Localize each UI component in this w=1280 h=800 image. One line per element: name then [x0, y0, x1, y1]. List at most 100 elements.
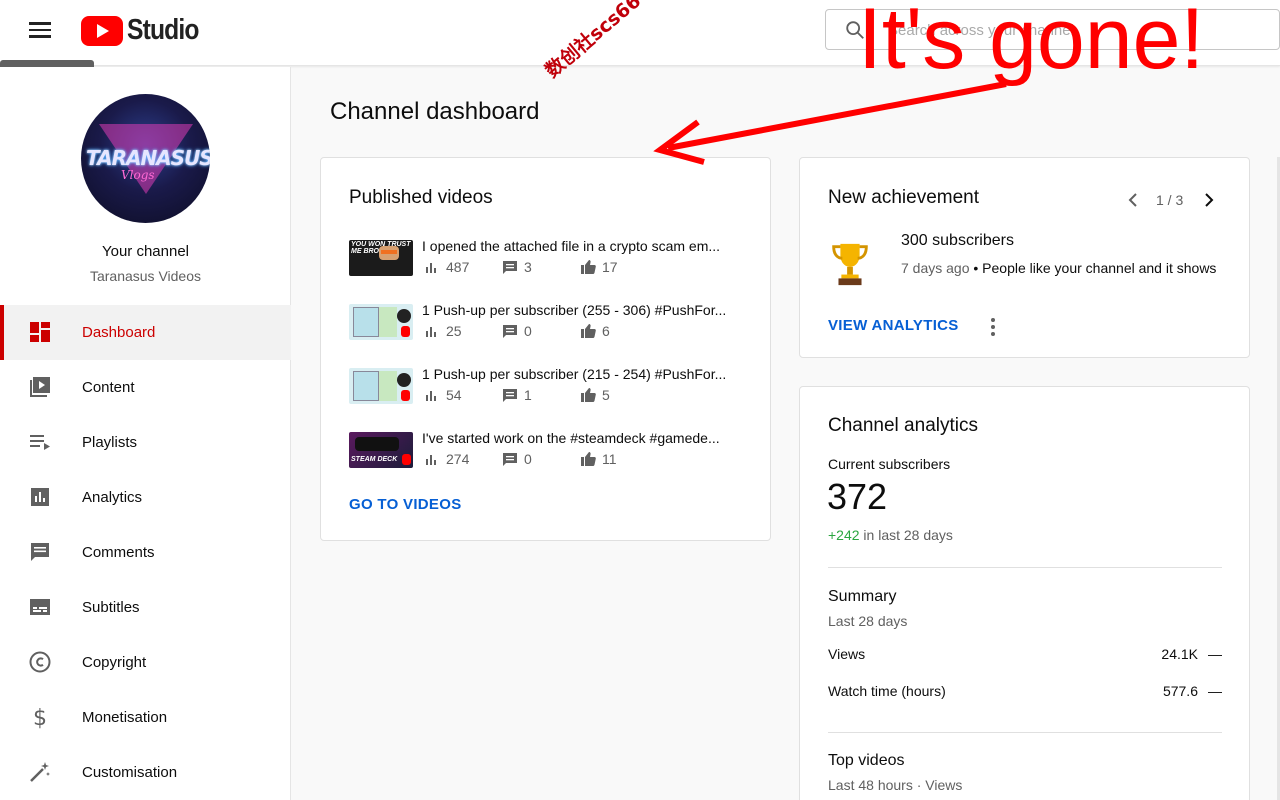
video-title[interactable]: 1 Push-up per subscriber (255 - 306) #Pu…	[422, 302, 747, 318]
channel-avatar[interactable]: TARANASUS Vlogs	[81, 94, 210, 223]
likes-stat: 5	[580, 387, 610, 403]
achievement-card: New achievement 1 / 3 300 subscribers 7 …	[799, 157, 1250, 358]
sidebar-item-label: Customisation	[82, 764, 178, 781]
sidebar-item-label: Monetisation	[82, 709, 168, 726]
thumbs-up-icon	[581, 388, 596, 402]
sidebar-item-dashboard[interactable]: Dashboard	[0, 305, 291, 360]
channel-analytics-card: Channel analytics Current subscribers 37…	[799, 386, 1250, 800]
sidebar-item-label: Analytics	[82, 489, 143, 506]
sidebar-item-playlists[interactable]: Playlists	[0, 415, 291, 470]
subscribers-change-suffix: in last 28 days	[859, 527, 953, 543]
sidebar-item-comments[interactable]: Comments	[0, 525, 291, 580]
sidebar-item-monetisation[interactable]: $ Monetisation	[0, 690, 291, 745]
summary-row-watch-time[interactable]: Watch time (hours) 577.6 —	[828, 683, 1222, 703]
video-title[interactable]: I opened the attached file in a crypto s…	[422, 238, 747, 254]
go-to-videos-button[interactable]: GO TO VIDEOS	[349, 496, 462, 513]
summary-period: Last 28 days	[828, 613, 908, 629]
menu-icon[interactable]	[24, 14, 56, 46]
copyright-icon	[29, 651, 51, 673]
video-thumbnail[interactable]	[349, 368, 413, 404]
video-row[interactable]: YOU WON TRUST ME BRO I opened the attach…	[349, 238, 749, 282]
subscribers-label: Current subscribers	[828, 456, 951, 472]
sidebar-item-subtitles[interactable]: Subtitles	[0, 580, 291, 635]
playlists-icon	[30, 435, 50, 450]
views-stat: 487	[424, 259, 469, 275]
top-videos-title: Top videos	[828, 752, 905, 769]
annotation-text: It's gone!	[858, 0, 1205, 87]
chevron-left-icon[interactable]	[1126, 192, 1142, 208]
video-row[interactable]: 1 Push-up per subscriber (215 - 254) #Pu…	[349, 366, 749, 410]
comment-icon	[503, 389, 517, 402]
sidebar: TARANASUS Vlogs Your channel Taranasus V…	[0, 67, 291, 800]
summary-row-value: 24.1K	[1161, 646, 1198, 662]
likes-stat: 17	[580, 259, 618, 275]
chevron-right-icon[interactable]	[1200, 192, 1216, 208]
sidebar-item-label: Copyright	[82, 654, 147, 671]
likes-count: 5	[602, 387, 610, 403]
published-videos-card: Published videos YOU WON TRUST ME BRO I …	[320, 157, 771, 541]
thumb-text: STEAM DECK	[351, 456, 398, 463]
views-count: 274	[446, 451, 470, 467]
logo-text: Studio	[127, 14, 199, 46]
video-thumbnail[interactable]	[349, 304, 413, 340]
sidebar-item-analytics[interactable]: Analytics	[0, 470, 291, 525]
views-count: 54	[446, 387, 462, 403]
sidebar-item-copyright[interactable]: Copyright	[0, 635, 291, 690]
sidebar-item-label: Content	[82, 379, 135, 396]
card-title: Published videos	[349, 187, 493, 208]
view-analytics-button[interactable]: VIEW ANALYTICS	[828, 317, 959, 334]
comments-stat: 3	[502, 259, 532, 275]
video-title[interactable]: 1 Push-up per subscriber (215 - 254) #Pu…	[422, 366, 747, 382]
summary-row-views[interactable]: Views 24.1K —	[828, 646, 1222, 666]
subscribers-count: 372	[827, 476, 888, 517]
avatar-text: TARANASUS	[86, 146, 210, 170]
summary-row-label: Views	[828, 646, 866, 662]
youtube-studio-logo[interactable]: Studio	[81, 14, 211, 47]
video-thumbnail[interactable]: YOU WON TRUST ME BRO	[349, 240, 413, 276]
views-count: 25	[446, 323, 462, 339]
comments-count: 3	[524, 259, 532, 275]
bar-chart-icon	[426, 455, 436, 465]
subscribers-change: +242 in last 28 days	[828, 527, 953, 543]
comments-count: 1	[524, 387, 532, 403]
thumbs-up-icon	[581, 324, 596, 338]
views-stat: 25	[424, 323, 462, 339]
more-options-icon[interactable]	[990, 317, 996, 337]
sidebar-nav: Dashboard Content Playlists Analytics Co…	[0, 305, 291, 800]
thumbs-up-icon	[581, 260, 596, 274]
video-title[interactable]: I've started work on the #steamdeck #gam…	[422, 430, 747, 446]
achievement-headline: 300 subscribers	[901, 232, 1014, 249]
trophy-icon	[832, 243, 868, 286]
avatar-subtext: Vlogs	[121, 168, 155, 182]
bar-chart-icon	[426, 327, 436, 337]
bar-chart-icon	[426, 391, 436, 401]
svg-text:$: $	[33, 706, 47, 729]
video-thumbnail[interactable]: STEAM DECK	[349, 432, 413, 468]
comment-icon	[503, 325, 517, 338]
sidebar-item-content[interactable]: Content	[0, 360, 291, 415]
youtube-play-icon	[81, 15, 123, 46]
video-stats: 25 0 6	[424, 323, 754, 341]
card-title: Channel analytics	[828, 415, 978, 436]
comments-stat: 1	[502, 387, 532, 403]
comment-icon	[503, 261, 517, 274]
sidebar-item-customisation[interactable]: Customisation	[0, 745, 291, 800]
summary-title: Summary	[828, 588, 897, 605]
magic-wand-icon	[30, 762, 50, 782]
video-row[interactable]: STEAM DECK I've started work on the #ste…	[349, 430, 749, 474]
likes-stat: 11	[580, 451, 617, 467]
video-stats: 274 0 11	[424, 451, 754, 469]
subscribers-change-value: +242	[828, 527, 860, 543]
summary-row-label: Watch time (hours)	[828, 683, 946, 699]
achievement-time: 7 days ago	[901, 260, 970, 276]
top-videos-period: Last 48 hours · Views	[828, 777, 963, 793]
video-row[interactable]: 1 Push-up per subscriber (255 - 306) #Pu…	[349, 302, 749, 346]
comments-stat: 0	[502, 323, 532, 339]
comments-count: 0	[524, 451, 532, 467]
bar-chart-icon	[426, 263, 436, 273]
views-count: 487	[446, 259, 470, 275]
divider	[828, 567, 1222, 568]
video-stats: 54 1 5	[424, 387, 754, 405]
comment-icon	[503, 453, 517, 466]
sidebar-item-label: Comments	[82, 544, 155, 561]
